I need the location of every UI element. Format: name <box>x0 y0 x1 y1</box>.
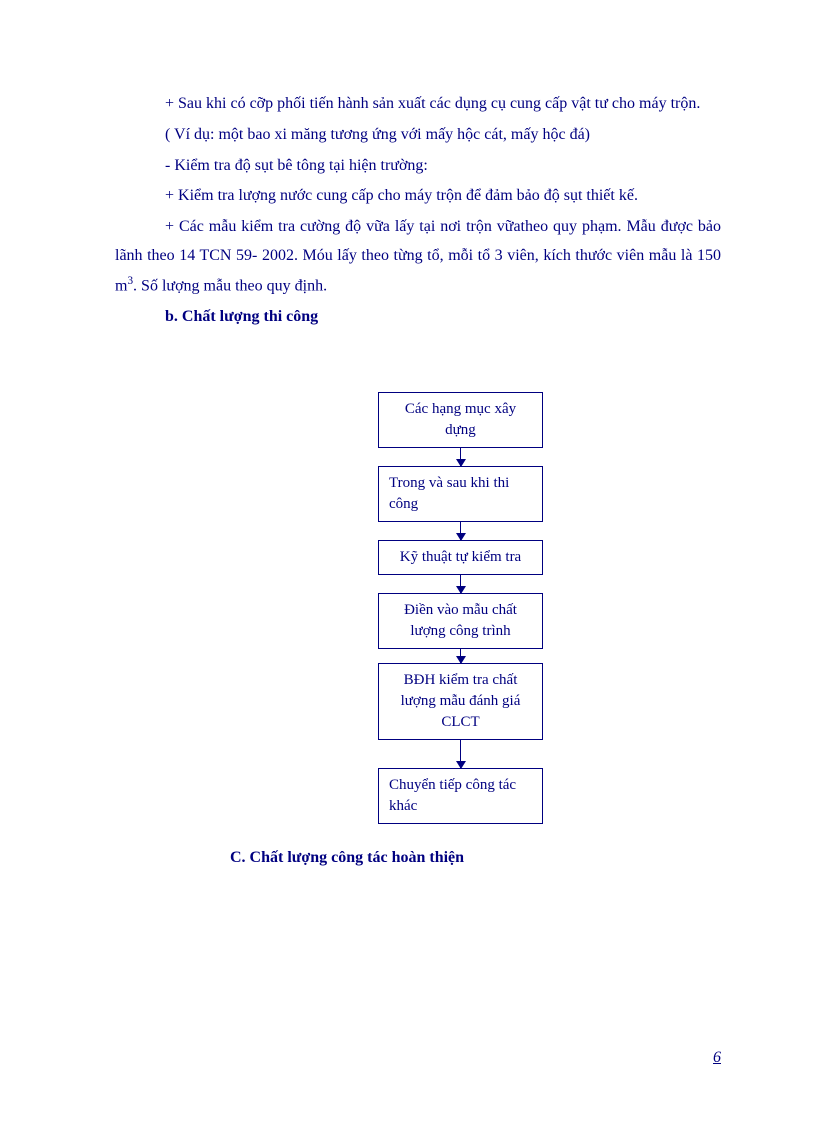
flow-box-3: Kỹ thuật tự kiểm tra <box>378 540 543 575</box>
paragraph-5: + Các mẫu kiểm tra cường độ vữa lấy tại … <box>115 213 721 301</box>
flow-arrow-4 <box>460 649 462 663</box>
flow-arrow-1 <box>460 448 462 466</box>
paragraph-1: + Sau khi có cỡp phối tiến hành sản xuất… <box>115 90 721 119</box>
heading-c: C. Chất lượng công tác hoàn thiện <box>115 844 721 873</box>
flow-arrow-5 <box>460 740 462 768</box>
flow-box-4: Điền vào mẫu chất lượng công trình <box>378 593 543 649</box>
flow-arrow-2 <box>460 522 462 540</box>
page-number: 6 <box>713 1044 721 1073</box>
paragraph-3: - Kiểm tra độ sụt bê tông tại hiện trườn… <box>115 152 721 181</box>
flowchart: Các hạng mục xây dựng Trong và sau khi t… <box>200 392 721 824</box>
paragraph-5-post: . Số lượng mẫu theo quy định. <box>133 277 327 294</box>
heading-b: b. Chất lượng thi công <box>115 303 721 332</box>
flow-box-5: BĐH kiểm tra chất lượng mẫu đánh giá CLC… <box>378 663 543 740</box>
flow-box-2: Trong và sau khi thi công <box>378 466 543 522</box>
page-content: + Sau khi có cỡp phối tiến hành sản xuất… <box>0 0 816 933</box>
flow-box-6: Chuyển tiếp công tác khác <box>378 768 543 824</box>
flow-box-1: Các hạng mục xây dựng <box>378 392 543 448</box>
paragraph-4: + Kiểm tra lượng nước cung cấp cho máy t… <box>115 182 721 211</box>
flow-arrow-3 <box>460 575 462 593</box>
paragraph-2: ( Ví dụ: một bao xi măng tương ứng với m… <box>115 121 721 150</box>
